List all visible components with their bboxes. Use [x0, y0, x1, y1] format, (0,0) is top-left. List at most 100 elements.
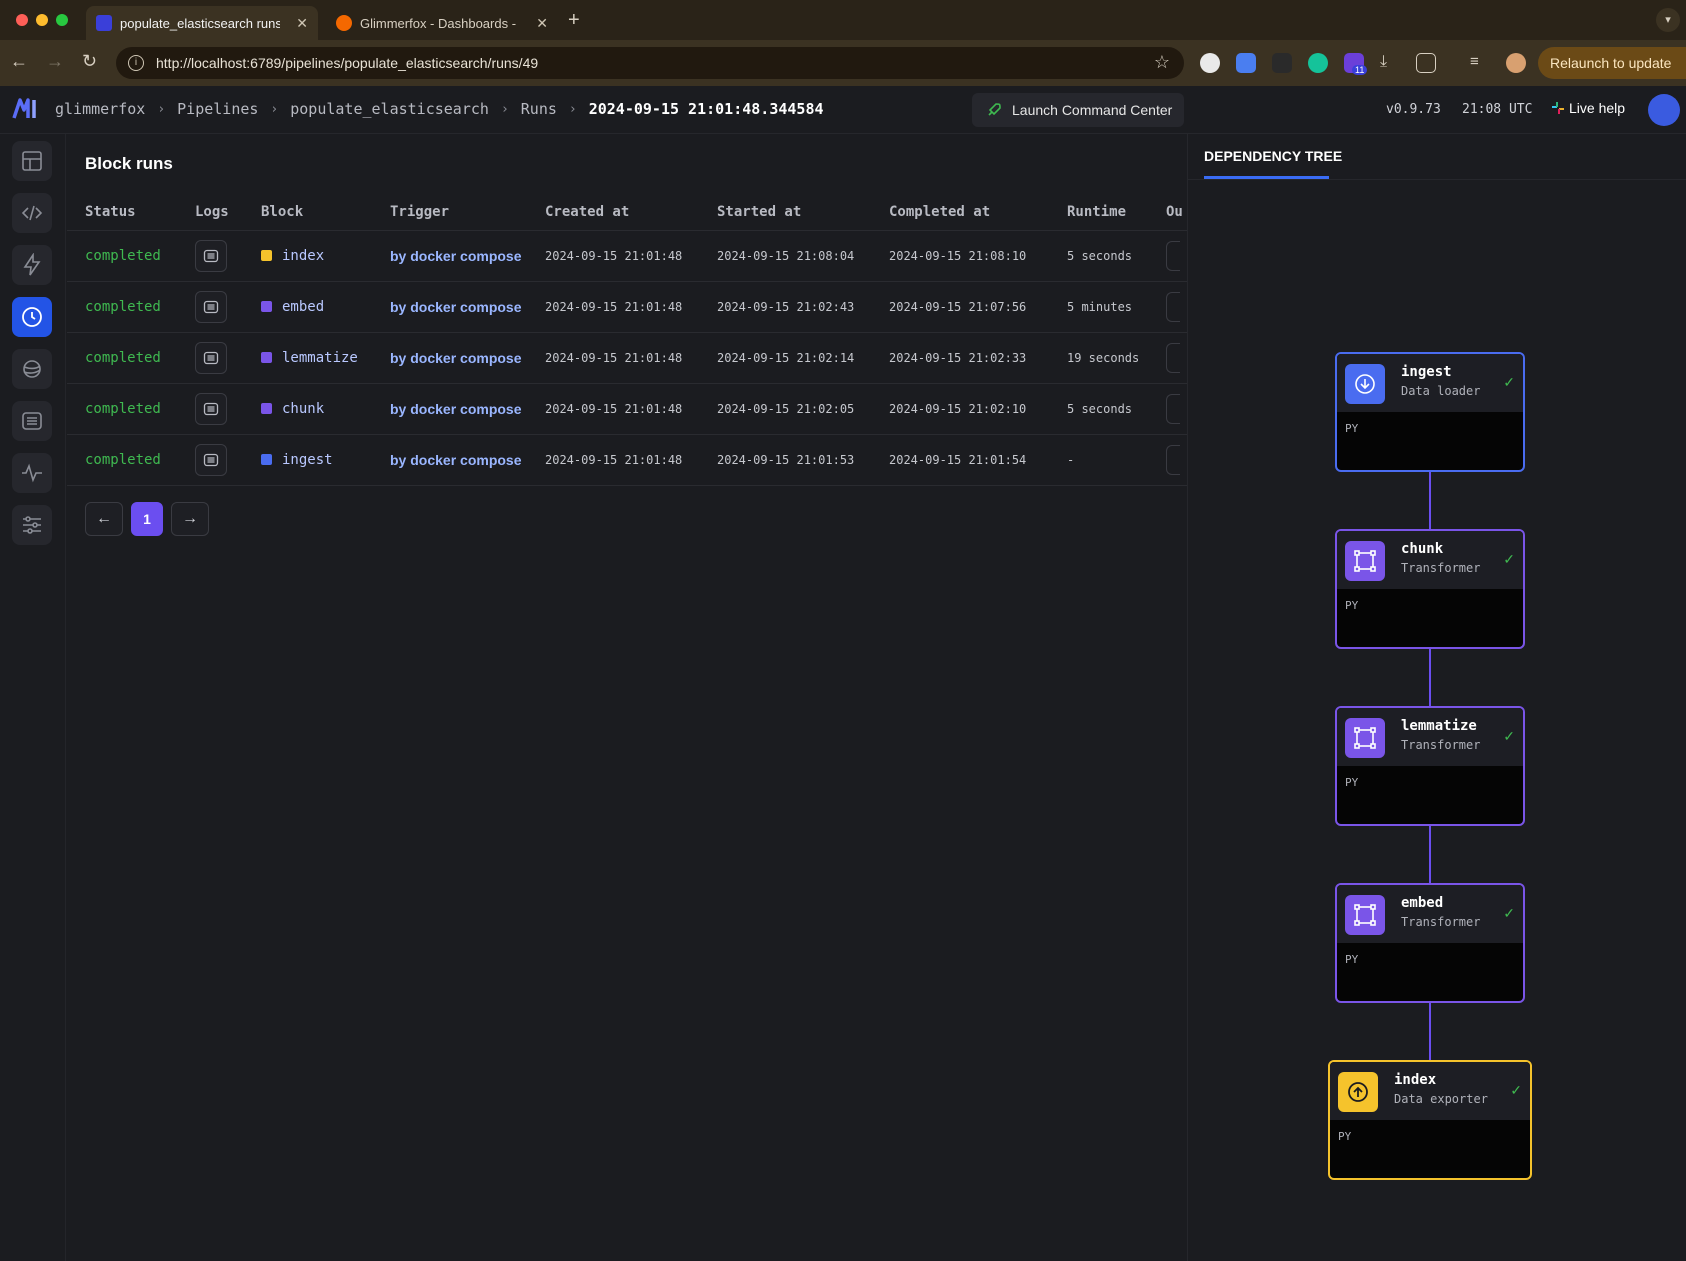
- logs-icon: [203, 300, 219, 313]
- tab-title: Glimmerfox - Dashboards - G: [360, 15, 520, 31]
- logs-button[interactable]: [195, 443, 227, 476]
- column-header-block[interactable]: Block: [261, 194, 390, 231]
- extension-icon[interactable]: [1200, 53, 1220, 73]
- extensions-puzzle-icon[interactable]: [1416, 53, 1436, 73]
- block-cell[interactable]: index: [261, 230, 390, 282]
- logs-cell: [195, 281, 261, 333]
- translate-extension-icon[interactable]: [1236, 53, 1256, 73]
- nav-code-button[interactable]: [12, 193, 52, 233]
- back-button[interactable]: ←: [10, 51, 28, 72]
- trigger-link[interactable]: by docker compose: [390, 383, 545, 435]
- logs-button[interactable]: [195, 392, 227, 425]
- bookmark-star-icon[interactable]: ☆: [1154, 52, 1170, 73]
- tree-node-ingest[interactable]: ingest Data loader ✓ PY: [1335, 352, 1525, 472]
- output-button[interactable]: [1166, 393, 1180, 424]
- breadcrumb-runs[interactable]: Runs: [521, 100, 557, 118]
- block-cell[interactable]: chunk: [261, 383, 390, 435]
- block-cell[interactable]: ingest: [261, 434, 390, 486]
- tree-node-embed[interactable]: embed Transformer ✓ PY: [1335, 883, 1525, 1003]
- table-row[interactable]: completed lemmatize by docker compose 2024-…: [67, 332, 1187, 384]
- column-header-completed-at[interactable]: Completed at: [889, 194, 1067, 231]
- minimize-window-button[interactable]: [36, 14, 48, 26]
- close-tab-icon[interactable]: ✕: [536, 15, 548, 32]
- launch-command-center-button[interactable]: Launch Command Center: [972, 93, 1184, 127]
- tab-dependency-tree[interactable]: DEPENDENCY TREE: [1204, 148, 1342, 164]
- tree-node-lemmatize[interactable]: lemmatize Transformer ✓ PY: [1335, 706, 1525, 826]
- logs-button[interactable]: [195, 290, 227, 323]
- column-header-trigger[interactable]: Trigger: [390, 194, 545, 231]
- next-page-button[interactable]: →: [171, 502, 209, 536]
- nav-backfills-button[interactable]: [12, 349, 52, 389]
- bolt-extension-icon[interactable]: [1272, 53, 1292, 73]
- nav-monitor-button[interactable]: [12, 453, 52, 493]
- checkmark-icon: ✓: [1503, 374, 1515, 390]
- completed-at-cell: 2024-09-15 21:02:10: [889, 383, 1067, 435]
- live-help-link[interactable]: Live help: [1552, 100, 1625, 116]
- status-cell: completed: [85, 434, 195, 486]
- trigger-link[interactable]: by docker compose: [390, 434, 545, 486]
- output-button[interactable]: [1166, 291, 1180, 322]
- block-cell[interactable]: embed: [261, 281, 390, 333]
- row-spacer: [67, 332, 85, 384]
- logs-button[interactable]: [195, 239, 227, 272]
- page-1-button[interactable]: 1: [131, 502, 163, 536]
- grammarly-extension-icon[interactable]: [1308, 53, 1328, 73]
- new-tab-button[interactable]: +: [568, 9, 580, 32]
- started-at-cell: 2024-09-15 21:02:05: [717, 383, 889, 435]
- nav-triggers-button[interactable]: [12, 245, 52, 285]
- planet-icon: [23, 360, 41, 378]
- column-header-status[interactable]: Status: [85, 194, 195, 231]
- browser-tab-grafana[interactable]: Glimmerfox - Dashboards - G ✕: [326, 6, 558, 40]
- breadcrumb-pipelines[interactable]: Pipelines: [177, 100, 258, 118]
- reading-list-icon[interactable]: ≡: [1470, 53, 1490, 73]
- site-info-icon[interactable]: i: [128, 55, 144, 71]
- close-tab-icon[interactable]: ✕: [296, 15, 308, 32]
- breadcrumb-pipeline[interactable]: populate_elasticsearch: [290, 100, 489, 118]
- output-button[interactable]: [1166, 342, 1180, 373]
- table-row[interactable]: completed embed by docker compose 2024-09-1…: [67, 281, 1187, 333]
- column-header-started-at[interactable]: Started at: [717, 194, 889, 231]
- column-header-output: Ou: [1166, 194, 1187, 231]
- nav-overview-button[interactable]: [12, 141, 52, 181]
- column-header-runtime[interactable]: Runtime: [1067, 194, 1166, 231]
- trigger-link[interactable]: by docker compose: [390, 281, 545, 333]
- prev-page-button[interactable]: ←: [85, 502, 123, 536]
- table-row[interactable]: completed index by docker compose 2024-09-1…: [67, 230, 1187, 282]
- mage-logo-icon[interactable]: [12, 98, 40, 120]
- pulse-icon: [22, 463, 42, 483]
- output-button[interactable]: [1166, 444, 1180, 475]
- output-button[interactable]: [1166, 240, 1180, 271]
- logs-button[interactable]: [195, 341, 227, 374]
- table-row[interactable]: completed chunk by docker compose 2024-09-1…: [67, 383, 1187, 435]
- row-spacer: [67, 434, 85, 486]
- nav-runs-button[interactable]: [12, 297, 52, 337]
- trigger-link[interactable]: by docker compose: [390, 230, 545, 282]
- logs-cell: [195, 434, 261, 486]
- download-icon[interactable]: ⤓: [1380, 53, 1400, 73]
- relaunch-to-update-button[interactable]: Relaunch to update ⋮: [1538, 47, 1686, 103]
- tab-search-button[interactable]: ▾: [1656, 8, 1680, 32]
- checkmark-icon: ✓: [1510, 1082, 1522, 1098]
- forward-button[interactable]: →: [46, 51, 64, 72]
- close-window-button[interactable]: [16, 14, 28, 26]
- reload-button[interactable]: ↻: [82, 51, 97, 72]
- breadcrumb-project[interactable]: glimmerfox: [55, 100, 145, 118]
- tree-node-index[interactable]: index Data exporter ✓ PY: [1328, 1060, 1532, 1180]
- tree-node-chunk[interactable]: chunk Transformer ✓ PY: [1335, 529, 1525, 649]
- breadcrumb-current-run: 2024-09-15 21:01:48.344584: [588, 100, 824, 118]
- completed-at-cell: 2024-09-15 21:07:56: [889, 281, 1067, 333]
- block-cell[interactable]: lemmatize: [261, 332, 390, 384]
- rocket-icon: [988, 103, 1001, 116]
- status-cell: completed: [85, 281, 195, 333]
- profile-avatar[interactable]: [1506, 53, 1526, 73]
- column-header-created-at[interactable]: Created at: [545, 194, 717, 231]
- maximize-window-button[interactable]: [56, 14, 68, 26]
- user-avatar[interactable]: [1648, 94, 1680, 126]
- trigger-link[interactable]: by docker compose: [390, 332, 545, 384]
- browser-tab-mage[interactable]: populate_elasticsearch runs | ✕: [86, 6, 318, 40]
- table-row[interactable]: completed ingest by docker compose 2024-09-…: [67, 434, 1187, 486]
- nav-settings-button[interactable]: [12, 505, 52, 545]
- nav-logs-button[interactable]: [12, 401, 52, 441]
- address-bar[interactable]: i http://localhost:6789/pipelines/popula…: [116, 47, 1184, 79]
- row-spacer: [67, 230, 85, 282]
